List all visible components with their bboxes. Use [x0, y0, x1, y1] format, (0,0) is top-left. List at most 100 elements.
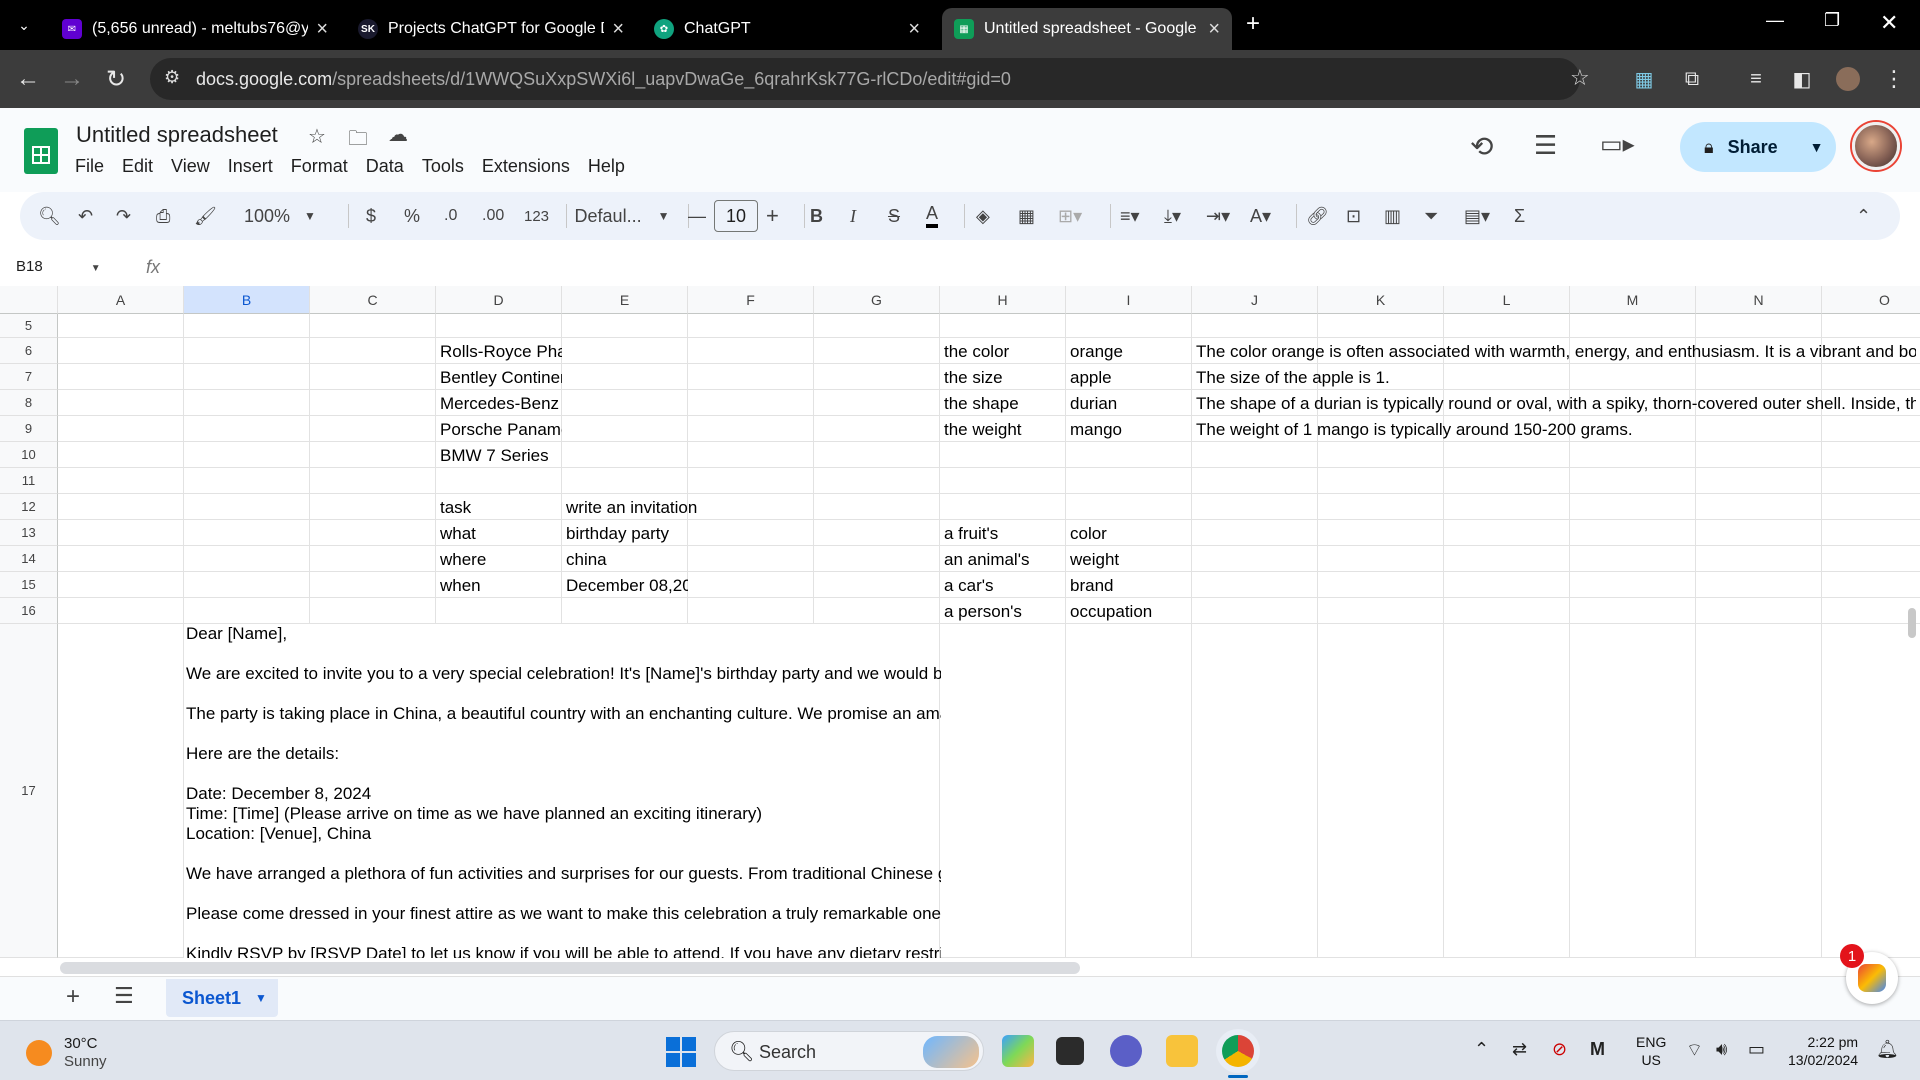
zoom-select[interactable]: 100% ▼: [244, 202, 316, 230]
tab-yahoo-mail[interactable]: ✉ (5,656 unread) - meltubs76@ya ×: [50, 8, 340, 50]
decrease-font-size-button[interactable]: —: [688, 202, 706, 230]
site-info-icon[interactable]: ⚙: [164, 67, 180, 88]
tab-search-button[interactable]: ⌄: [6, 10, 42, 40]
column-header-m[interactable]: M: [1570, 286, 1696, 314]
close-icon[interactable]: ×: [612, 18, 624, 41]
extension-icon[interactable]: ▦: [1628, 63, 1660, 95]
cell-h14[interactable]: an animal's: [940, 549, 1066, 571]
cell-d13[interactable]: what: [436, 523, 562, 545]
explore-button[interactable]: 1: [1840, 944, 1898, 1004]
tray-network-blocked-icon[interactable]: ⊘: [1552, 1039, 1567, 1060]
cell-j8[interactable]: The shape of a durian is typically round…: [1192, 393, 1916, 415]
new-tab-button[interactable]: +: [1246, 10, 1260, 38]
side-panel-icon[interactable]: ◧: [1786, 63, 1818, 95]
forward-button[interactable]: →: [56, 63, 88, 95]
hide-menus-chevron-up-icon[interactable]: ⌃: [1856, 202, 1871, 230]
column-header-f[interactable]: F: [688, 286, 814, 314]
cell-i15[interactable]: brand: [1066, 575, 1192, 597]
tray-mail-icon[interactable]: M: [1590, 1039, 1605, 1060]
decrease-decimal-button[interactable]: .0: [444, 202, 457, 230]
cell-e12[interactable]: write an invitation: [562, 497, 814, 519]
number-format-button[interactable]: 123: [524, 202, 549, 230]
text-color-button[interactable]: A: [926, 202, 939, 228]
row-header-16[interactable]: 16: [0, 598, 58, 624]
taskbar-search[interactable]: 🔍︎ Search: [714, 1031, 984, 1071]
row-header-10[interactable]: 10: [0, 442, 58, 468]
vertical-align-icon[interactable]: ⤓▾: [1164, 202, 1181, 230]
teams-chat-icon[interactable]: [1110, 1035, 1142, 1067]
cell-d6[interactable]: Rolls-Royce Phantom: [436, 341, 562, 363]
share-dropdown-icon[interactable]: ▼: [1810, 139, 1824, 155]
increase-decimal-button[interactable]: .00: [482, 202, 504, 230]
sheets-logo-icon[interactable]: [24, 128, 58, 174]
column-header-l[interactable]: L: [1444, 286, 1570, 314]
column-header-g[interactable]: G: [814, 286, 940, 314]
paint-format-icon[interactable]: 🖌︎: [194, 202, 217, 230]
terminal-icon[interactable]: [1056, 1037, 1084, 1065]
close-icon[interactable]: ×: [316, 18, 328, 41]
version-history-icon[interactable]: ⟲: [1470, 130, 1493, 163]
italic-button[interactable]: I: [850, 202, 856, 230]
increase-font-size-button[interactable]: +: [766, 202, 779, 230]
media-controls-icon[interactable]: ≡: [1740, 63, 1772, 95]
cell-e14[interactable]: china: [562, 549, 688, 571]
column-header-b[interactable]: B: [184, 286, 310, 314]
tab-chatgpt[interactable]: ✿ ChatGPT ×: [642, 8, 932, 50]
row-header-17[interactable]: 17: [0, 624, 58, 958]
wifi-icon[interactable]: ⌔: [1686, 1039, 1703, 1062]
minimize-button[interactable]: —: [1766, 10, 1784, 31]
fill-color-icon[interactable]: ◈: [976, 202, 990, 230]
cell-j6[interactable]: The color orange is often associated wit…: [1192, 341, 1916, 363]
cell-i13[interactable]: color: [1066, 523, 1192, 545]
add-sheet-button[interactable]: +: [66, 983, 80, 1011]
column-header-e[interactable]: E: [562, 286, 688, 314]
cell-h7[interactable]: the size: [940, 367, 1066, 389]
column-header-n[interactable]: N: [1696, 286, 1822, 314]
cell-j9[interactable]: The weight of 1 mango is typically aroun…: [1192, 419, 1916, 441]
tray-app-icon[interactable]: ⇄: [1512, 1039, 1527, 1060]
row-header-7[interactable]: 7: [0, 364, 58, 390]
column-header-c[interactable]: C: [310, 286, 436, 314]
battery-icon[interactable]: ▭: [1748, 1039, 1765, 1060]
cell-h8[interactable]: the shape: [940, 393, 1066, 415]
row-header-5[interactable]: 5: [0, 314, 58, 338]
share-button[interactable]: 🔒︎ Share ▼: [1680, 122, 1836, 172]
system-clock[interactable]: 2:22 pm 13/02/2024: [1788, 1033, 1858, 1069]
column-header-h[interactable]: H: [940, 286, 1066, 314]
percent-format-button[interactable]: %: [404, 202, 420, 230]
vertical-scrollbar[interactable]: [1908, 608, 1916, 638]
cell-h13[interactable]: a fruit's: [940, 523, 1066, 545]
menu-file[interactable]: File: [66, 156, 113, 177]
menu-extensions[interactable]: Extensions: [473, 156, 579, 177]
back-button[interactable]: ←: [12, 63, 44, 95]
cell-d14[interactable]: where: [436, 549, 562, 571]
browser-menu-icon[interactable]: ⋮: [1878, 63, 1910, 95]
strikethrough-button[interactable]: S: [888, 202, 900, 230]
column-header-o[interactable]: O: [1822, 286, 1920, 314]
cell-d7[interactable]: Bentley Continental GT: [436, 367, 562, 389]
windows-start-icon[interactable]: [666, 1037, 696, 1067]
restore-button[interactable]: ❐: [1824, 10, 1840, 31]
filter-icon[interactable]: ⏷: [1424, 202, 1438, 230]
menu-edit[interactable]: Edit: [113, 156, 162, 177]
cell-h15[interactable]: a car's: [940, 575, 1066, 597]
column-header-k[interactable]: K: [1318, 286, 1444, 314]
weather-widget[interactable]: 30°C Sunny: [26, 1035, 107, 1071]
document-title[interactable]: Untitled spreadsheet: [76, 122, 278, 148]
cloud-saved-icon[interactable]: ☁: [388, 122, 408, 147]
show-hidden-icons-chevron-up-icon[interactable]: ⌃: [1474, 1039, 1489, 1060]
horizontal-align-icon[interactable]: ≡▾: [1120, 202, 1140, 230]
text-rotation-icon[interactable]: A▾: [1250, 202, 1271, 230]
cell-i9[interactable]: mango: [1066, 419, 1192, 441]
insert-comment-icon[interactable]: ⊡: [1346, 202, 1361, 230]
move-folder-icon[interactable]: 🗀: [348, 124, 368, 158]
star-icon[interactable]: ☆: [308, 124, 326, 149]
borders-icon[interactable]: ▦: [1018, 202, 1035, 230]
row-header-15[interactable]: 15: [0, 572, 58, 598]
cell-e15[interactable]: December 08,20: [562, 575, 688, 597]
extensions-puzzle-icon[interactable]: ⧉: [1676, 63, 1708, 95]
cell-i8[interactable]: durian: [1066, 393, 1192, 415]
cell-i14[interactable]: weight: [1066, 549, 1192, 571]
column-header-i[interactable]: I: [1066, 286, 1192, 314]
cell-e13[interactable]: birthday party: [562, 523, 688, 545]
